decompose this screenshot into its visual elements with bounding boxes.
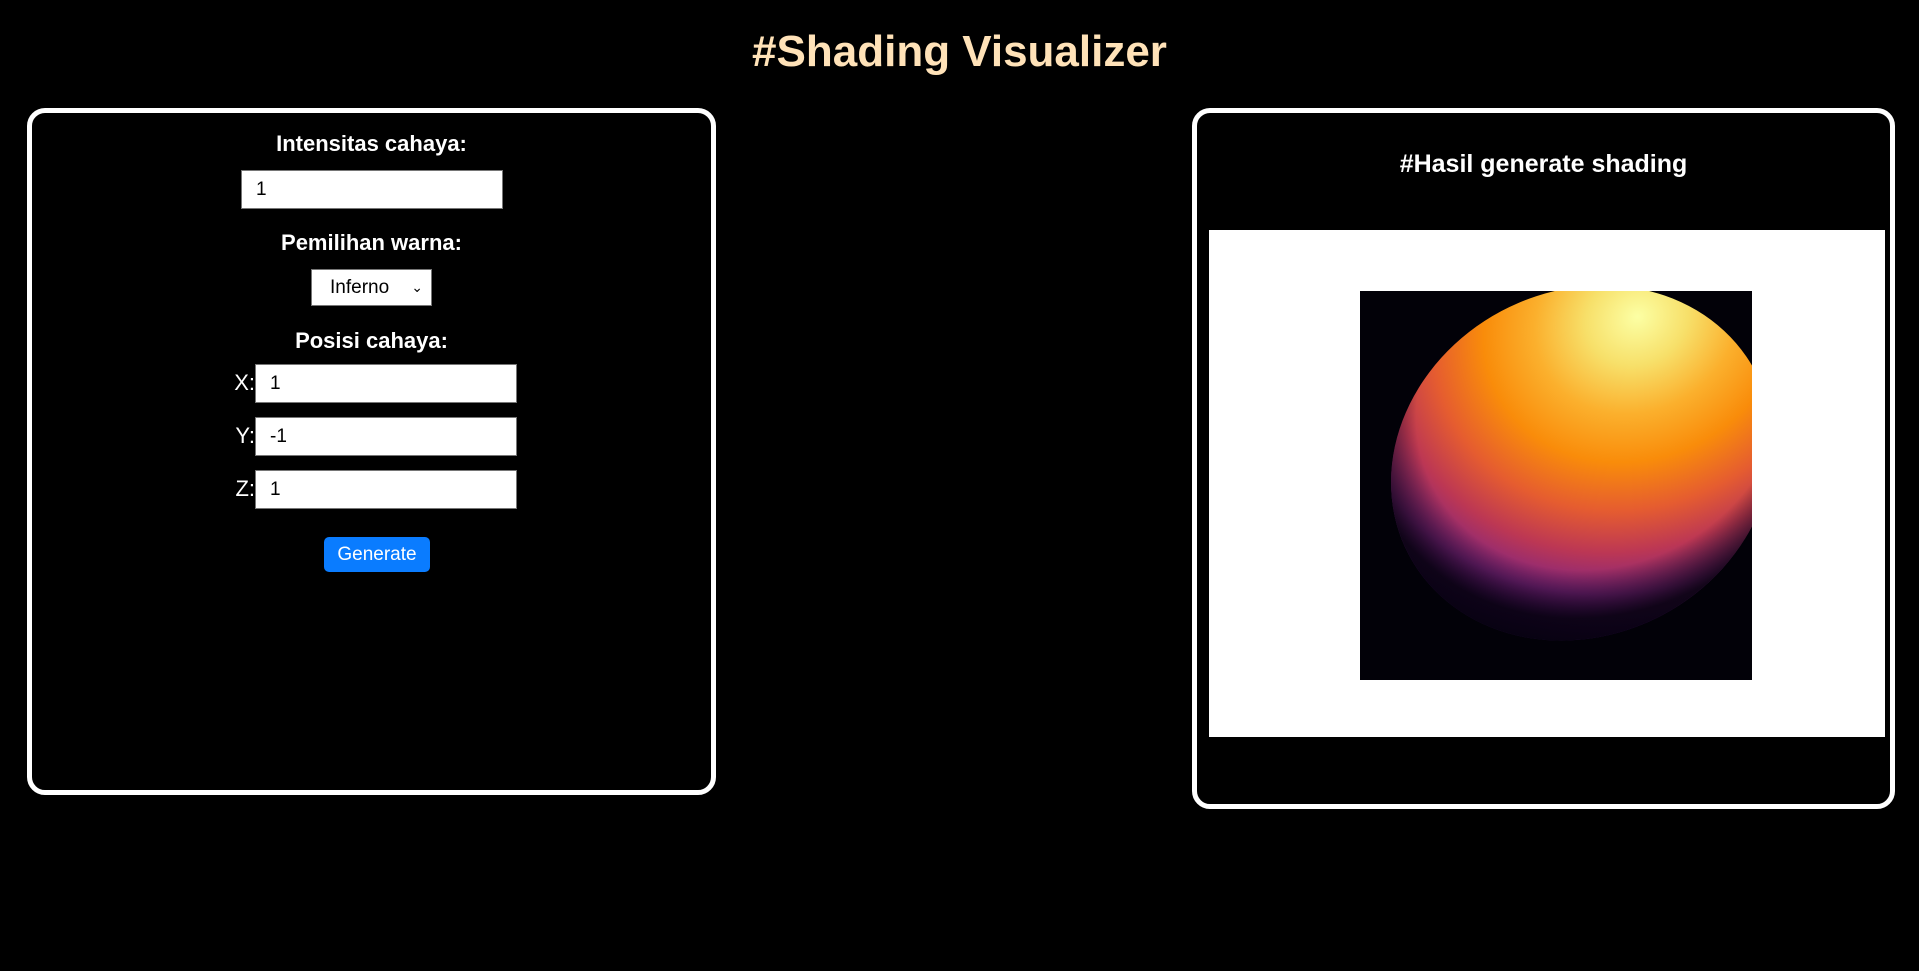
intensity-label: Intensitas cahaya:	[276, 131, 467, 156]
page-title: #Shading Visualizer	[752, 27, 1167, 76]
colormap-select[interactable]: Inferno ⌄	[311, 269, 432, 306]
z-label: Z:	[235, 476, 255, 501]
result-title: #Hasil generate shading	[1399, 150, 1688, 178]
shaded-sphere-image	[1391, 291, 1752, 641]
y-label: Y:	[235, 423, 255, 448]
x-input[interactable]: 1	[255, 364, 517, 403]
result-figure	[1209, 230, 1885, 737]
colormap-select-value: Inferno	[330, 277, 390, 298]
generate-button[interactable]: Generate	[324, 537, 430, 572]
shading-render	[1360, 291, 1752, 680]
chevron-down-icon: ⌄	[411, 279, 423, 295]
position-label: Posisi cahaya:	[295, 328, 448, 353]
x-label: X:	[234, 370, 255, 395]
controls-panel: Intensitas cahaya: 1 Pemilihan warna: In…	[27, 108, 716, 795]
y-input[interactable]: -1	[255, 417, 517, 456]
z-input[interactable]: 1	[255, 470, 517, 509]
sphere-edge-shadow	[1391, 291, 1752, 641]
intensity-input[interactable]: 1	[241, 170, 503, 209]
result-panel: #Hasil generate shading	[1192, 108, 1895, 809]
color-label: Pemilihan warna:	[281, 230, 462, 255]
